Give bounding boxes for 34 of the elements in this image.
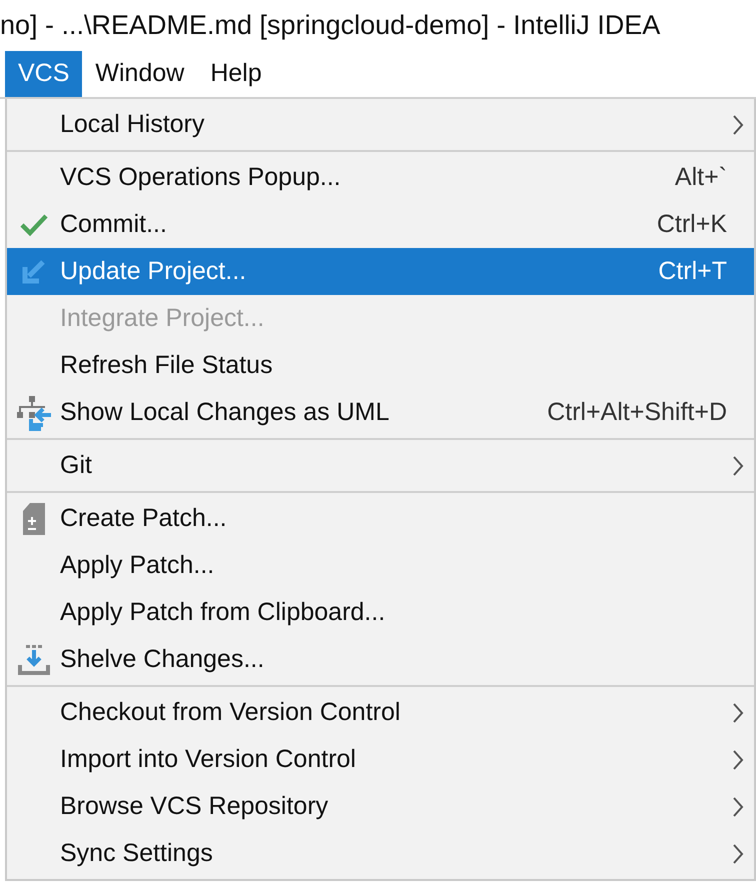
menu-item[interactable]: Refresh File Status (7, 342, 754, 389)
menu-item[interactable]: Sync Settings (7, 830, 754, 877)
chevron-right-icon (732, 454, 744, 476)
menu-bar-item[interactable]: VCS (5, 51, 82, 97)
menu-item[interactable]: VCS Operations Popup... Alt+` (7, 154, 754, 201)
menu-bar-item[interactable]: Help (197, 51, 275, 97)
shortcut-label: Alt+` (674, 162, 728, 193)
menu-item[interactable]: Create Patch... (7, 495, 754, 542)
menu-item[interactable]: Checkout from Version Control (7, 689, 754, 736)
shortcut-label: Ctrl+K (656, 208, 728, 240)
menu-item[interactable]: Browse VCS Repository (7, 783, 754, 830)
shortcut-label: Ctrl+Alt+Shift+D (547, 396, 728, 428)
download-tray-icon (18, 644, 50, 674)
shortcut-label: Ctrl+T (658, 256, 728, 287)
menu-item[interactable]: Update Project... Ctrl+T (7, 248, 754, 295)
chevron-right-icon (732, 748, 744, 770)
arrow-icon (20, 258, 46, 284)
diagram-icon (16, 394, 50, 430)
chevron-right-icon (732, 114, 744, 136)
menu-item[interactable]: Git (7, 442, 754, 489)
chevron-right-icon (732, 702, 744, 724)
menu-item[interactable]: Import into Version Control (7, 736, 754, 783)
menu-item[interactable]: Show Local Changes as UML Ctrl+Alt+Shift+D (7, 389, 754, 436)
chevron-right-icon (732, 796, 744, 818)
menu-item[interactable]: Apply Patch from Clipboard... (7, 589, 754, 636)
menu-item[interactable]: Shelve Changes... (7, 636, 754, 683)
menu-item[interactable]: Commit... Ctrl+K (7, 201, 754, 248)
menu-item[interactable]: Local History (7, 101, 754, 148)
checkmark-icon (18, 212, 48, 238)
menu-bar-item[interactable]: Window (82, 51, 198, 97)
chevron-right-icon (732, 842, 744, 864)
document-icon (22, 502, 46, 534)
menu-item[interactable]: Apply Patch... (7, 542, 754, 589)
window-title: no] - ...\README.md [springcloud-demo] - IntelliJ IDEA (0, 9, 660, 42)
